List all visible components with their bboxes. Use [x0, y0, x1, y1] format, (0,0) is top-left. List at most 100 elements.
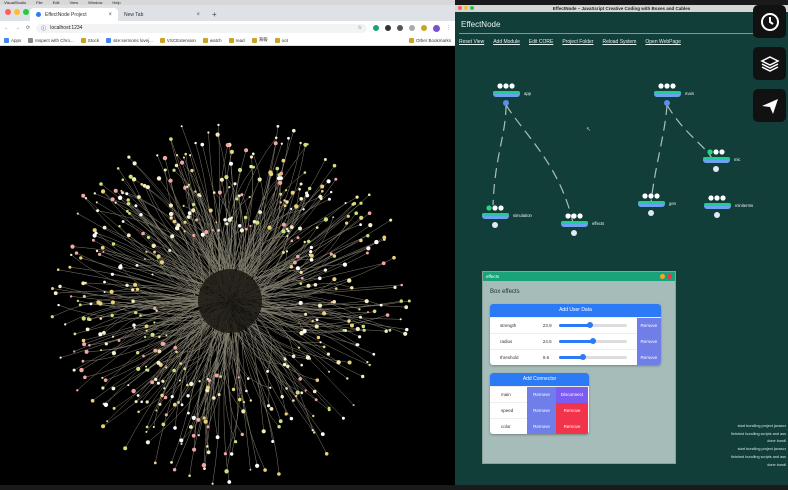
node-miniterms[interactable]: miniterms — [704, 195, 753, 218]
history-button[interactable] — [753, 5, 786, 38]
extension-icon[interactable] — [409, 25, 415, 31]
input-socket[interactable] — [492, 205, 498, 211]
output-socket[interactable] — [714, 212, 720, 218]
close-panel-button[interactable] — [667, 274, 672, 279]
remove-connector-button[interactable]: Remove — [527, 418, 556, 434]
input-socket[interactable] — [707, 149, 713, 155]
input-socket[interactable] — [509, 83, 515, 89]
forward-icon[interactable]: → — [15, 25, 20, 31]
param-slider[interactable] — [558, 322, 627, 328]
output-socket[interactable] — [503, 100, 509, 106]
back-icon[interactable]: ← — [4, 25, 9, 31]
add-user-data-button[interactable]: Add User Data — [490, 304, 661, 317]
param-value[interactable]: 24.5 — [543, 339, 559, 344]
reload-system-link[interactable]: Reload System — [602, 39, 636, 45]
input-socket[interactable] — [577, 213, 583, 219]
slider-knob[interactable] — [579, 354, 586, 360]
output-socket[interactable] — [648, 210, 654, 216]
bookmark-item[interactable]: oot — [274, 37, 288, 43]
other-bookmarks[interactable]: Other Bookmarks — [408, 37, 451, 43]
input-socket[interactable] — [498, 205, 504, 211]
node-mic[interactable]: mic — [703, 149, 741, 172]
minimize-panel-button[interactable] — [660, 274, 665, 279]
bookmark-item[interactable]: site:sermons lovej... — [106, 37, 153, 43]
project-folder-link[interactable]: Project Folder — [562, 39, 593, 45]
input-socket[interactable] — [714, 195, 720, 201]
tab-effectnode-project[interactable]: EffectNode Project × — [30, 8, 118, 21]
input-socket[interactable] — [713, 149, 719, 155]
input-socket[interactable] — [503, 83, 509, 89]
add-module-link[interactable]: Add Module — [493, 39, 520, 45]
input-socket[interactable] — [720, 195, 726, 201]
node-simulation[interactable]: simulation — [482, 205, 533, 228]
slider-knob[interactable] — [586, 322, 593, 328]
bookmark-item[interactable]: 海報 — [251, 37, 268, 43]
bookmark-item[interactable]: watch — [202, 37, 222, 43]
close-window-button[interactable] — [5, 9, 11, 15]
panel-titlebar[interactable]: effects — [483, 272, 675, 281]
extension-icon[interactable] — [397, 25, 403, 31]
input-socket[interactable] — [670, 83, 676, 89]
node-app[interactable]: app — [493, 83, 532, 106]
zoom-window-button[interactable] — [470, 6, 474, 10]
input-socket[interactable] — [571, 213, 577, 219]
cable[interactable] — [492, 104, 507, 206]
remove-param-button[interactable]: Remove — [636, 317, 661, 334]
close-tab-icon[interactable]: × — [196, 12, 200, 18]
minimize-window-button[interactable] — [464, 6, 468, 10]
layers-button[interactable] — [753, 47, 786, 80]
profile-avatar[interactable] — [433, 24, 440, 32]
bookmark-item[interactable]: Inspect with Chro... — [28, 37, 74, 43]
remove-param-button[interactable]: Remove — [636, 333, 661, 350]
minimize-window-button[interactable] — [14, 9, 20, 15]
remove-param-button[interactable]: Remove — [636, 349, 661, 365]
input-socket[interactable] — [648, 193, 654, 199]
send-button[interactable] — [753, 89, 786, 122]
extension-icon[interactable] — [385, 25, 391, 31]
node-gen[interactable]: gen — [638, 193, 677, 216]
output-socket[interactable] — [713, 166, 719, 172]
param-slider[interactable] — [558, 354, 627, 360]
connector-action-button[interactable]: Remove — [556, 402, 588, 419]
param-value[interactable]: 9.6 — [543, 355, 559, 360]
open-webpage-link[interactable]: Open WebPage — [645, 39, 681, 45]
remove-connector-button[interactable]: Remove — [527, 386, 556, 403]
edit-core-link[interactable]: Edit CORE — [529, 39, 553, 45]
cable[interactable] — [666, 104, 714, 161]
bookmark-star-icon[interactable]: ☆ — [358, 25, 362, 31]
close-window-button[interactable] — [458, 6, 462, 10]
add-connector-button[interactable]: Add Connector — [490, 373, 589, 386]
input-socket[interactable] — [654, 193, 660, 199]
input-socket[interactable] — [565, 213, 571, 219]
param-value[interactable]: 23.9 — [543, 323, 559, 328]
input-socket[interactable] — [658, 83, 664, 89]
input-socket[interactable] — [497, 83, 503, 89]
webgl-canvas[interactable] — [0, 46, 455, 485]
node-main[interactable]: main — [654, 83, 695, 106]
reset-view-link[interactable]: Reset View — [459, 39, 484, 45]
param-slider[interactable] — [558, 338, 627, 344]
bookmark-item[interactable]: Stock — [80, 37, 99, 43]
input-socket[interactable] — [642, 193, 648, 199]
bookmark-item[interactable]: VSCExtension — [159, 37, 196, 43]
bookmark-item[interactable]: read — [228, 37, 245, 43]
output-socket[interactable] — [664, 100, 670, 106]
chrome-menu-icon[interactable]: ⋮ — [446, 25, 451, 31]
close-tab-icon[interactable]: × — [108, 12, 112, 18]
input-socket[interactable] — [664, 83, 670, 89]
info-icon[interactable]: ⓘ — [41, 25, 46, 32]
node-graph[interactable]: app mainmicsimulationeffectsgen miniterms … — [455, 65, 788, 265]
tab-new-tab[interactable]: New Tab × — [118, 8, 206, 21]
connector-action-button[interactable]: Disconnect — [556, 386, 588, 403]
bookmark-apps[interactable]: Apps — [4, 37, 21, 43]
cable[interactable] — [650, 104, 668, 204]
reload-icon[interactable]: ⟳ — [26, 25, 30, 31]
address-bar[interactable]: ⓘ localhost:1234 ☆ — [36, 23, 367, 33]
remove-connector-button[interactable]: Remove — [527, 402, 556, 419]
node-effects[interactable]: effects — [561, 213, 604, 236]
output-socket[interactable] — [492, 222, 498, 228]
slider-knob[interactable] — [589, 338, 596, 344]
extension-icon[interactable] — [373, 25, 379, 31]
zoom-window-button[interactable] — [23, 9, 29, 15]
connector-action-button[interactable]: Remove — [556, 418, 588, 434]
